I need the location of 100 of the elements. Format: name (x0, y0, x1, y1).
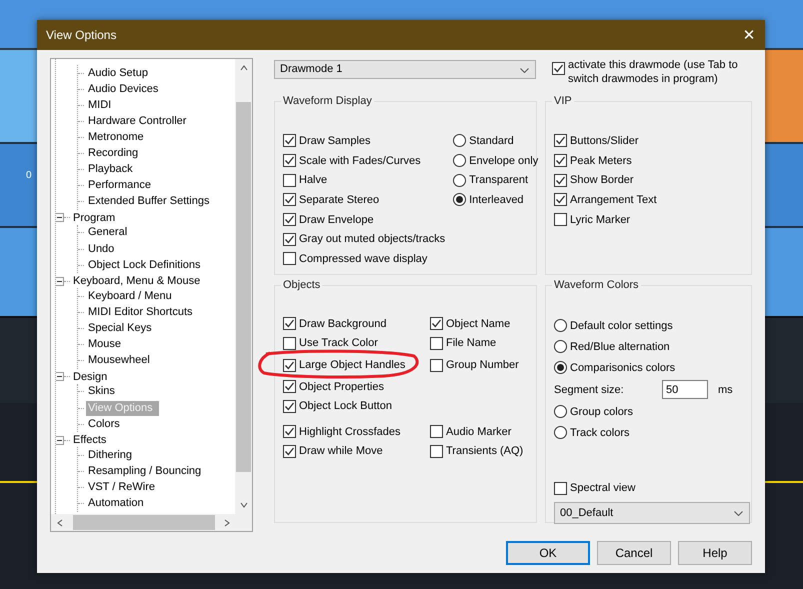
checkbox-option[interactable]: Draw Background (283, 317, 430, 330)
checkbox-option[interactable]: Separate Stereo (283, 190, 446, 210)
tree-item[interactable]: Hardware Controller (86, 114, 188, 129)
tree-group-item[interactable]: Design (72, 370, 108, 383)
tree-item[interactable]: Skins (86, 384, 117, 400)
tree-item[interactable]: Performance (86, 178, 153, 194)
vertical-scrollbar[interactable] (235, 59, 252, 514)
checkbox-option[interactable]: Object Properties (283, 380, 430, 394)
tree-item[interactable]: Mouse (86, 337, 124, 352)
checkbox[interactable] (283, 336, 296, 350)
tree-item[interactable]: Playback (86, 162, 135, 178)
checkbox[interactable] (430, 444, 443, 458)
dialog-button[interactable]: Cancel (597, 541, 671, 565)
spectral-view-checkbox[interactable]: Spectral view (554, 480, 743, 496)
scrollbar-thumb[interactable] (72, 515, 214, 530)
activate-checkbox[interactable]: activate this drawmode (use Tab to switch drawmodes in program) (552, 58, 752, 86)
checkbox-option[interactable]: Draw Envelope (283, 210, 446, 230)
radio-button[interactable] (453, 193, 466, 206)
checkbox-option[interactable]: Large Object Handles (283, 358, 430, 372)
tree-item[interactable]: Metronome (86, 130, 146, 145)
checkbox[interactable] (283, 358, 296, 372)
tree-item[interactable]: MIDI (86, 98, 114, 113)
caret-down-icon[interactable] (520, 68, 529, 73)
checkbox[interactable] (283, 174, 296, 187)
checkbox[interactable] (554, 134, 567, 148)
checkbox[interactable] (283, 154, 296, 168)
radio-option[interactable]: Envelope only (453, 150, 538, 170)
checkbox-option[interactable]: Lyric Marker (554, 210, 743, 230)
radio-option[interactable]: Track colors (554, 422, 743, 443)
checkbox[interactable] (283, 425, 296, 438)
radio-button[interactable] (453, 134, 466, 148)
close-button[interactable]: ✕ (733, 20, 765, 50)
checkbox[interactable] (430, 358, 443, 372)
checkbox[interactable] (283, 134, 296, 148)
radio-button[interactable] (554, 361, 567, 374)
checkbox-option[interactable]: Draw Samples (283, 131, 446, 151)
tree-item[interactable]: Undo (86, 242, 116, 257)
caret-right-icon[interactable] (224, 518, 230, 526)
checkbox[interactable] (552, 62, 565, 75)
tree-item[interactable]: Audio Setup (86, 66, 150, 81)
radio-option[interactable]: Transparent (453, 170, 538, 190)
tree-item[interactable]: Extended Buffer Settings (86, 194, 212, 210)
checkbox-option[interactable]: Object Lock Button (283, 400, 430, 413)
checkbox[interactable] (283, 380, 296, 394)
radio-button[interactable] (453, 154, 466, 168)
tree-item[interactable]: Special Keys (86, 321, 154, 336)
checkbox[interactable] (554, 482, 567, 494)
radio-option[interactable]: Interleaved (453, 190, 538, 210)
radio-button[interactable] (554, 319, 567, 332)
tree-group-item[interactable]: Effects (72, 434, 108, 446)
tree-item[interactable]: Automation (86, 496, 146, 512)
checkbox[interactable] (283, 252, 296, 266)
checkbox-option[interactable]: File Name (430, 336, 528, 350)
caret-down-icon[interactable] (240, 502, 248, 508)
checkbox[interactable] (283, 400, 296, 413)
radio-button[interactable] (554, 405, 567, 418)
checkbox[interactable] (430, 425, 443, 438)
checkbox[interactable] (430, 336, 443, 350)
dialog-button[interactable]: Help (678, 541, 752, 565)
radio-option[interactable]: Group colors (554, 401, 743, 422)
caret-up-icon[interactable] (240, 65, 248, 71)
tree-item[interactable]: Colors (86, 416, 122, 432)
checkbox[interactable] (283, 317, 296, 330)
checkbox[interactable] (283, 232, 296, 246)
checkbox-option[interactable]: Show Border (554, 170, 743, 190)
checkbox[interactable] (283, 213, 296, 226)
segment-size-field[interactable]: 50 (662, 380, 708, 399)
checkbox-option[interactable]: Audio Marker (430, 425, 528, 438)
tree-item[interactable]: VST / ReWire (86, 480, 158, 495)
tree-group-item[interactable]: Keyboard, Menu & Mouse (72, 275, 202, 288)
checkbox-option[interactable]: Buttons/Slider (554, 131, 743, 151)
collapse-icon[interactable] (56, 213, 64, 222)
tree-item[interactable]: Keyboard / Menu (86, 288, 174, 304)
tree-item[interactable]: Recording (86, 146, 140, 162)
preset-dropdown[interactable]: 00_Default (554, 502, 750, 524)
checkbox-option[interactable]: Transients (AQ) (430, 444, 528, 458)
tree-item[interactable]: Dithering (86, 448, 134, 463)
checkbox-option[interactable]: Use Track Color (283, 336, 430, 350)
checkbox[interactable] (554, 193, 567, 206)
collapse-icon[interactable] (56, 276, 64, 286)
checkbox-option[interactable]: Peak Meters (554, 150, 743, 170)
tree-item[interactable]: General (86, 225, 130, 240)
radio-option[interactable]: Comparisonics colors (554, 357, 743, 378)
checkbox[interactable] (554, 213, 567, 226)
tree-item[interactable]: Resampling / Bouncing (86, 464, 204, 479)
tree-item[interactable]: MIDI Editor Shortcuts (86, 304, 195, 320)
checkbox[interactable] (430, 317, 443, 330)
caret-down-icon[interactable] (734, 511, 743, 516)
checkbox-option[interactable]: Object Name (430, 317, 528, 330)
checkbox-option[interactable]: Scale with Fades/Curves (283, 150, 446, 170)
tree-item[interactable]: Mousewheel (86, 353, 152, 368)
checkbox[interactable] (283, 193, 296, 206)
radio-option[interactable]: Standard (453, 131, 538, 151)
checkbox-option[interactable]: Halve (283, 170, 446, 190)
checkbox-option[interactable]: Group Number (430, 358, 528, 372)
checkbox-option[interactable]: Gray out muted objects/tracks (283, 229, 446, 250)
radio-button[interactable] (453, 174, 466, 187)
checkbox-option[interactable]: Draw while Move (283, 444, 430, 458)
checkbox[interactable] (283, 444, 296, 458)
drawmode-dropdown[interactable]: Drawmode 1 (274, 60, 536, 79)
